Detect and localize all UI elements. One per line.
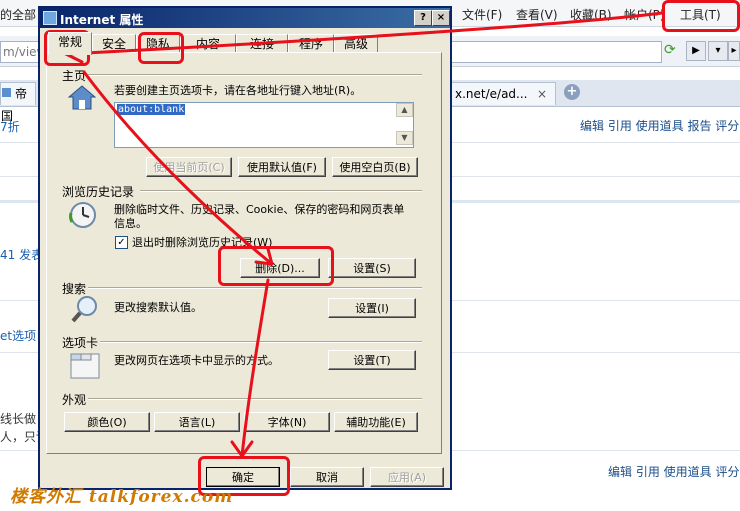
annotation-arrows <box>64 11 664 458</box>
tab-label: 常规 <box>57 35 82 49</box>
tab-general[interactable]: 常规 <box>48 32 92 55</box>
arrow-tools-to-general <box>64 11 664 56</box>
arrow-general-to-delete <box>82 70 274 266</box>
arrow-delete-to-ok <box>240 278 270 458</box>
watermark: 楼客外汇 talkforex.com <box>10 487 234 507</box>
